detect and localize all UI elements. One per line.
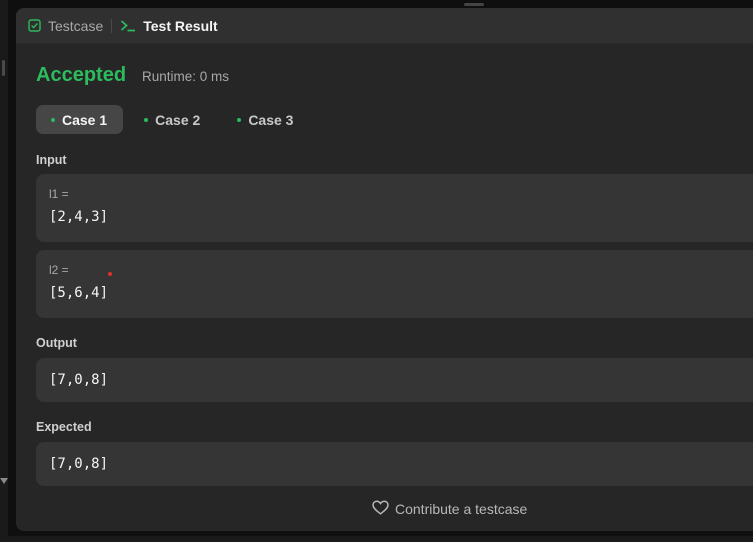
output-label: Output (36, 336, 77, 350)
case-tab-label: Case 3 (248, 111, 294, 128)
output-value[interactable]: [7,0,8] (49, 372, 753, 388)
checkbox-icon (28, 19, 41, 32)
tab-test-result-label: Test Result (143, 17, 218, 34)
scrollbar-thumb[interactable] (2, 60, 5, 76)
input-param-l1: l1 = [2,4,3] (36, 174, 753, 242)
resize-handle[interactable] (464, 3, 484, 6)
status-row: Accepted Runtime: 0 ms (36, 64, 753, 87)
param-value[interactable]: [5,6,4] (49, 285, 753, 301)
panel-tabbar: Testcase Test Result (16, 8, 753, 44)
output-box: [7,0,8] (36, 358, 753, 402)
expected-label: Expected (36, 420, 92, 434)
left-panel-edge (0, 0, 8, 542)
input-label: Input (36, 153, 67, 167)
runtime-text: Runtime: 0 ms (142, 69, 230, 84)
status-accepted: Accepted (36, 64, 127, 86)
bottom-edge (0, 536, 753, 542)
terminal-icon (120, 19, 136, 32)
contribute-testcase-button[interactable]: Contribute a testcase (372, 500, 527, 518)
result-content: Accepted Runtime: 0 ms Case 1 Case 2 Cas… (16, 64, 753, 486)
tab-testcase[interactable]: Testcase (28, 8, 103, 44)
case-tab-2[interactable]: Case 2 (129, 105, 216, 134)
red-marker-dot (108, 272, 112, 276)
tab-testcase-label: Testcase (48, 17, 104, 34)
expected-box: [7,0,8] (36, 442, 753, 486)
case-tab-1[interactable]: Case 1 (36, 105, 124, 134)
contribute-label: Contribute a testcase (395, 501, 528, 517)
case-tab-label: Case 2 (155, 111, 201, 128)
param-value[interactable]: [2,4,3] (49, 209, 753, 225)
tab-divider (111, 18, 113, 33)
expected-value[interactable]: [7,0,8] (49, 456, 753, 472)
tab-test-result[interactable]: Test Result (120, 8, 218, 44)
case-pass-dot-icon (237, 117, 242, 122)
heart-icon (372, 500, 389, 518)
param-name: l1 = (49, 187, 69, 201)
case-pass-dot-icon (144, 117, 149, 122)
param-name: l2 = (49, 263, 69, 277)
scroll-down-arrow-icon[interactable] (0, 478, 8, 484)
input-param-l2: l2 = [5,6,4] (36, 250, 753, 318)
case-pass-dot-icon (51, 117, 55, 122)
case-tabs: Case 1 Case 2 Case 3 (36, 105, 753, 134)
test-result-panel: Testcase Test Result Accepted Runtime: 0… (16, 8, 753, 531)
case-tab-label: Case 1 (62, 111, 108, 128)
case-tab-3[interactable]: Case 3 (222, 105, 309, 134)
